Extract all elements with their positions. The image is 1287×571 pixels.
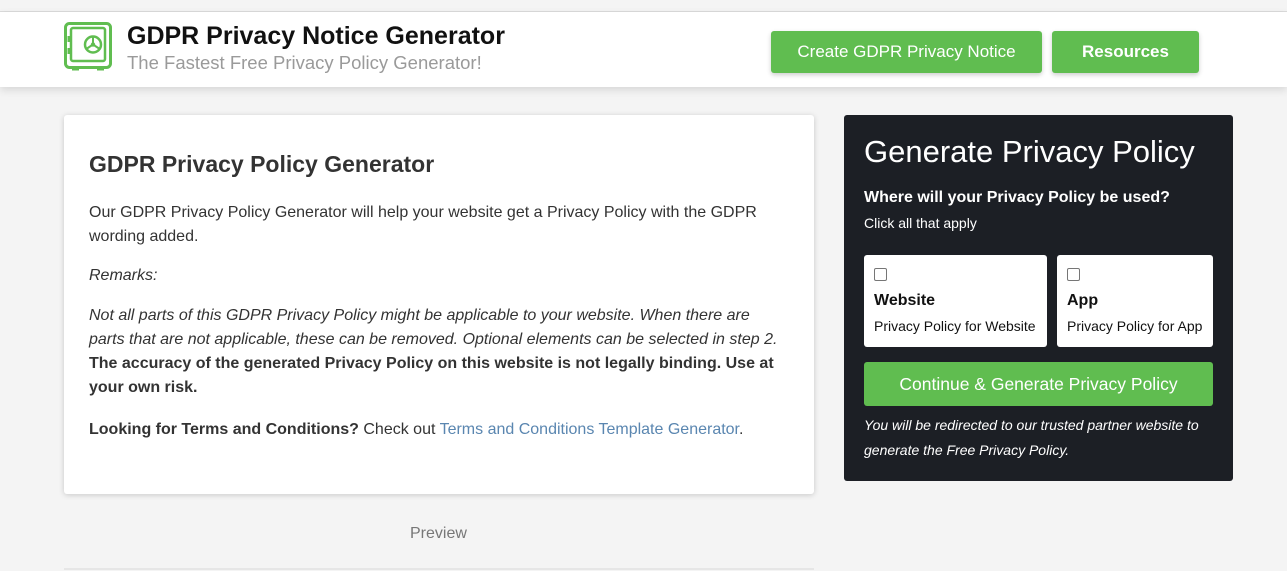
usage-hint: Click all that apply <box>864 215 977 231</box>
safe-icon[interactable] <box>64 22 112 72</box>
continue-generate-button[interactable]: Continue & Generate Privacy Policy <box>864 362 1213 406</box>
terms-text: Check out <box>363 421 436 438</box>
app-checkbox[interactable] <box>1067 268 1080 281</box>
site-title[interactable]: GDPR Privacy Notice Generator <box>127 22 505 51</box>
option-website-title: Website <box>874 292 936 309</box>
usage-question: Where will your Privacy Policy be used? <box>864 189 1170 206</box>
info-card: GDPR Privacy Policy Generator Our GDPR P… <box>64 115 814 494</box>
remarks-label: Remarks: <box>89 267 158 284</box>
site-header: GDPR Privacy Notice Generator The Fastes… <box>0 12 1287 87</box>
website-checkbox[interactable] <box>874 268 887 281</box>
option-app-subtitle: Privacy Policy for App <box>1067 318 1203 334</box>
disclaimer-italic: Not all parts of this GDPR Privacy Polic… <box>89 307 778 348</box>
terms-period: . <box>739 421 744 438</box>
terms-question: Looking for Terms and Conditions? <box>89 421 359 438</box>
terms-generator-link[interactable]: Terms and Conditions Template Generator <box>440 421 739 438</box>
panel-title: Generate Privacy Policy <box>864 134 1195 169</box>
intro-paragraph: Our GDPR Privacy Policy Generator will h… <box>89 204 757 245</box>
create-privacy-notice-button[interactable]: Create GDPR Privacy Notice <box>771 31 1042 73</box>
preview-tab[interactable]: Preview <box>410 525 467 543</box>
disclaimer-paragraph: Not all parts of this GDPR Privacy Polic… <box>89 304 779 400</box>
option-app-title: App <box>1067 292 1099 309</box>
disclaimer-bold: The accuracy of the generated Privacy Po… <box>89 355 774 396</box>
page-heading: GDPR Privacy Policy Generator <box>89 151 435 177</box>
preview-divider <box>64 568 814 570</box>
redirect-note: You will be redirected to our trusted pa… <box>864 417 1199 458</box>
resources-button[interactable]: Resources <box>1052 31 1199 73</box>
option-website[interactable]: Website Privacy Policy for Website <box>864 255 1047 347</box>
generate-panel: Generate Privacy Policy Where will your … <box>844 115 1233 481</box>
option-website-subtitle: Privacy Policy for Website <box>874 318 1036 334</box>
option-app[interactable]: App Privacy Policy for App <box>1057 255 1213 347</box>
site-tagline: The Fastest Free Privacy Policy Generato… <box>127 52 482 73</box>
terms-paragraph: Looking for Terms and Conditions? Check … <box>89 418 779 442</box>
